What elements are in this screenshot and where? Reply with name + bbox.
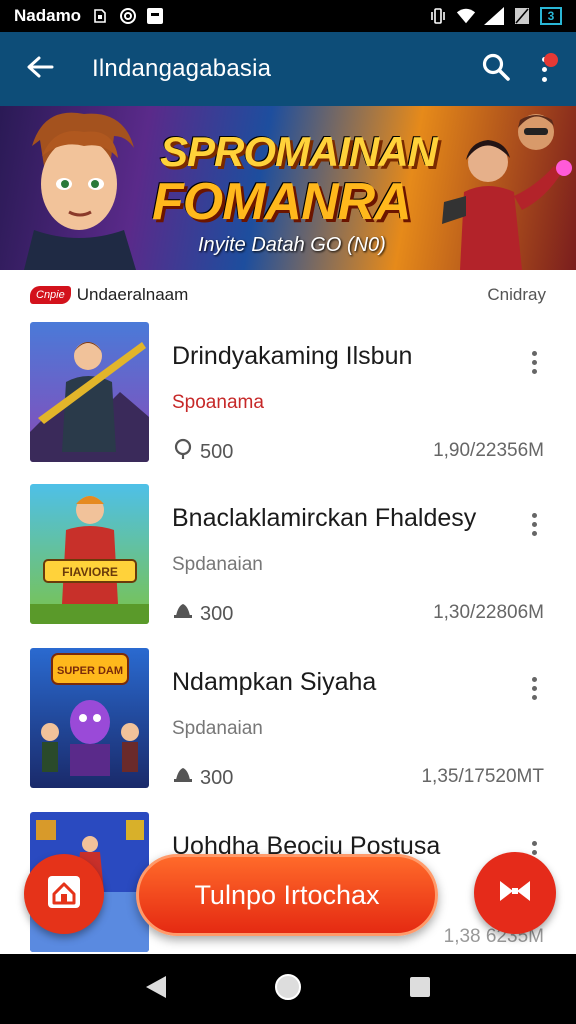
at-icon [119, 7, 137, 25]
item-rating: 300 [172, 600, 233, 628]
thumb-label: FIAVIORE [62, 565, 118, 579]
primary-action-label: Tulnpo Irtochax [194, 879, 380, 910]
more-vertical-icon [531, 840, 537, 846]
item-menu-button[interactable] [522, 672, 546, 704]
item-menu-button[interactable] [522, 346, 546, 378]
no-sim-icon [512, 7, 532, 25]
section-header: Cnpie Undaeralnaam Cnidray [0, 270, 576, 320]
item-rating: 300 [172, 764, 233, 792]
kebab-dot [531, 368, 537, 374]
carrier-name: Nadamo [14, 6, 82, 25]
status-left: Nadamo [14, 6, 164, 26]
hero-left-illustration [24, 112, 136, 270]
item-size: 1,90/22356M [433, 440, 544, 461]
battery-icon: 3 [540, 7, 562, 25]
item-title: Drindyakaming Ilsbun [172, 342, 413, 370]
recents-square-icon [408, 975, 432, 1004]
nav-back-button[interactable] [136, 969, 176, 1009]
item-rating-value: 500 [200, 440, 234, 463]
hero-right-illustration [442, 114, 572, 270]
more-options-button[interactable] [524, 41, 564, 97]
bowtie-fab-button[interactable] [474, 852, 556, 934]
kebab-dot [531, 530, 537, 536]
item-subtitle: Spdanaian [172, 554, 263, 575]
banner-title-line1: SPROMAINAN [160, 128, 438, 175]
pin-icon [172, 438, 194, 466]
signal-icon [484, 7, 504, 25]
list-item[interactable]: FIAVIORE Bnaclaklamirckan Fhaldesy Spdan… [0, 482, 576, 642]
list-item[interactable]: Drindyakaming Ilsbun Spoanama 500 1,90/2… [0, 320, 576, 480]
notification-dot [544, 53, 558, 67]
status-bar: Nadamo 3 [0, 0, 576, 32]
vibrate-icon [428, 7, 448, 25]
banner-subtitle: Inyite Datah GO (N0) [198, 234, 386, 256]
bell-icon [172, 764, 194, 792]
section-badge: Cnpie [30, 286, 71, 304]
game-thumbnail: FIAVIORE [30, 484, 149, 624]
more-dot [541, 76, 547, 82]
system-nav-bar [0, 954, 576, 1024]
sim-icon [91, 7, 109, 25]
item-size: 1,30/22806M [433, 602, 544, 623]
item-menu-button[interactable] [522, 508, 546, 540]
search-icon [481, 52, 511, 87]
more-dot [541, 66, 547, 72]
item-size: 1,35/17520MT [421, 766, 544, 787]
back-button[interactable] [10, 39, 70, 99]
kebab-dot [531, 849, 537, 855]
battery-level: 3 [547, 9, 555, 23]
app-bar: Ilndangagabasia [0, 32, 576, 106]
kebab-dot [531, 694, 537, 700]
home-icon [44, 872, 84, 917]
status-right: 3 [428, 7, 562, 25]
home-circle-icon [273, 972, 303, 1007]
game-thumbnail [30, 322, 149, 462]
bowtie-icon [498, 878, 532, 909]
app-title: Ilndangagabasia [92, 55, 272, 82]
more-vertical-icon [531, 676, 537, 682]
kebab-dot [531, 521, 537, 527]
item-title: Bnaclaklamirckan Fhaldesy [172, 504, 477, 532]
kebab-dot [531, 685, 537, 691]
list-item[interactable]: SUPER DAM Ndampkan Siyaha Spdanaian 300 … [0, 646, 576, 806]
back-triangle-icon [144, 974, 168, 1005]
banner-title-line2: FOMANRA [152, 173, 412, 231]
more-vertical-icon [531, 350, 537, 356]
message-icon [147, 8, 164, 24]
game-thumbnail: SUPER DAM [30, 648, 149, 788]
item-subtitle: Spdanaian [172, 718, 263, 739]
nav-recents-button[interactable] [400, 969, 440, 1009]
item-subtitle: Spoanama [172, 392, 264, 413]
section-action-link[interactable]: Cnidray [487, 285, 546, 305]
home-fab-button[interactable] [24, 854, 104, 934]
nav-home-button[interactable] [268, 969, 308, 1009]
more-vertical-icon [531, 512, 537, 518]
search-button[interactable] [468, 41, 524, 97]
section-title: Undaeralnaam [76, 285, 189, 304]
promo-banner[interactable]: SPROMAINAN FOMANRA Inyite Datah GO (N0) [0, 106, 576, 270]
thumb-label: SUPER DAM [57, 665, 123, 677]
item-title: Ndampkan Siyaha [172, 668, 377, 696]
primary-action-button[interactable]: Tulnpo Irtochax [136, 854, 438, 936]
item-rating: 500 [172, 438, 233, 466]
back-arrow-icon [26, 55, 54, 84]
kebab-dot [531, 359, 537, 365]
bell-icon [172, 600, 194, 628]
wifi-icon [456, 7, 476, 25]
item-rating-value: 300 [200, 602, 234, 625]
item-rating-value: 300 [200, 766, 234, 789]
